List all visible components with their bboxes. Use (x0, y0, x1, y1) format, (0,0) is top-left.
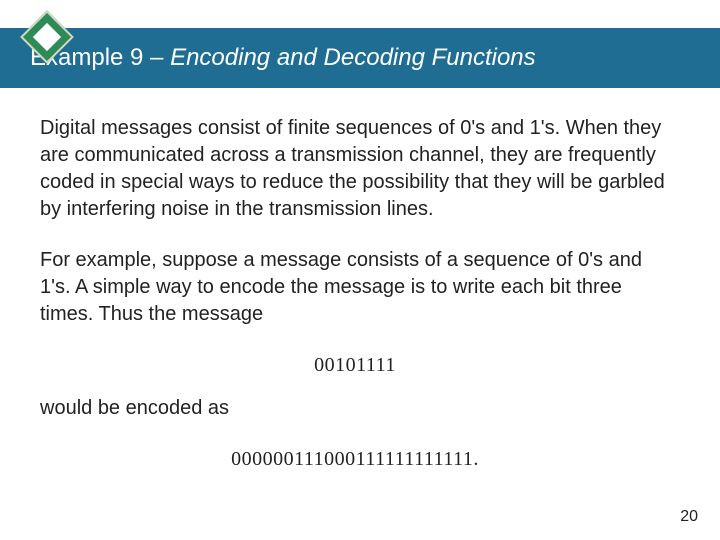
body-content: Digital messages consist of finite seque… (40, 115, 670, 473)
paragraph-2: For example, suppose a message consists … (40, 247, 670, 328)
title-subtitle: Encoding and Decoding Functions (170, 44, 536, 71)
slide-title: Example 9 – Encoding and Decoding Functi… (30, 44, 536, 72)
message-bits: 00101111 (40, 352, 670, 379)
slide: Example 9 – Encoding and Decoding Functi… (0, 0, 720, 540)
page-number: 20 (680, 508, 698, 526)
encoded-bits: 000000111000111111111111. (40, 446, 670, 473)
paragraph-1: Digital messages consist of finite seque… (40, 115, 670, 223)
paragraph-3: would be encoded as (40, 395, 670, 422)
title-bar: Example 9 – Encoding and Decoding Functi… (0, 28, 720, 88)
